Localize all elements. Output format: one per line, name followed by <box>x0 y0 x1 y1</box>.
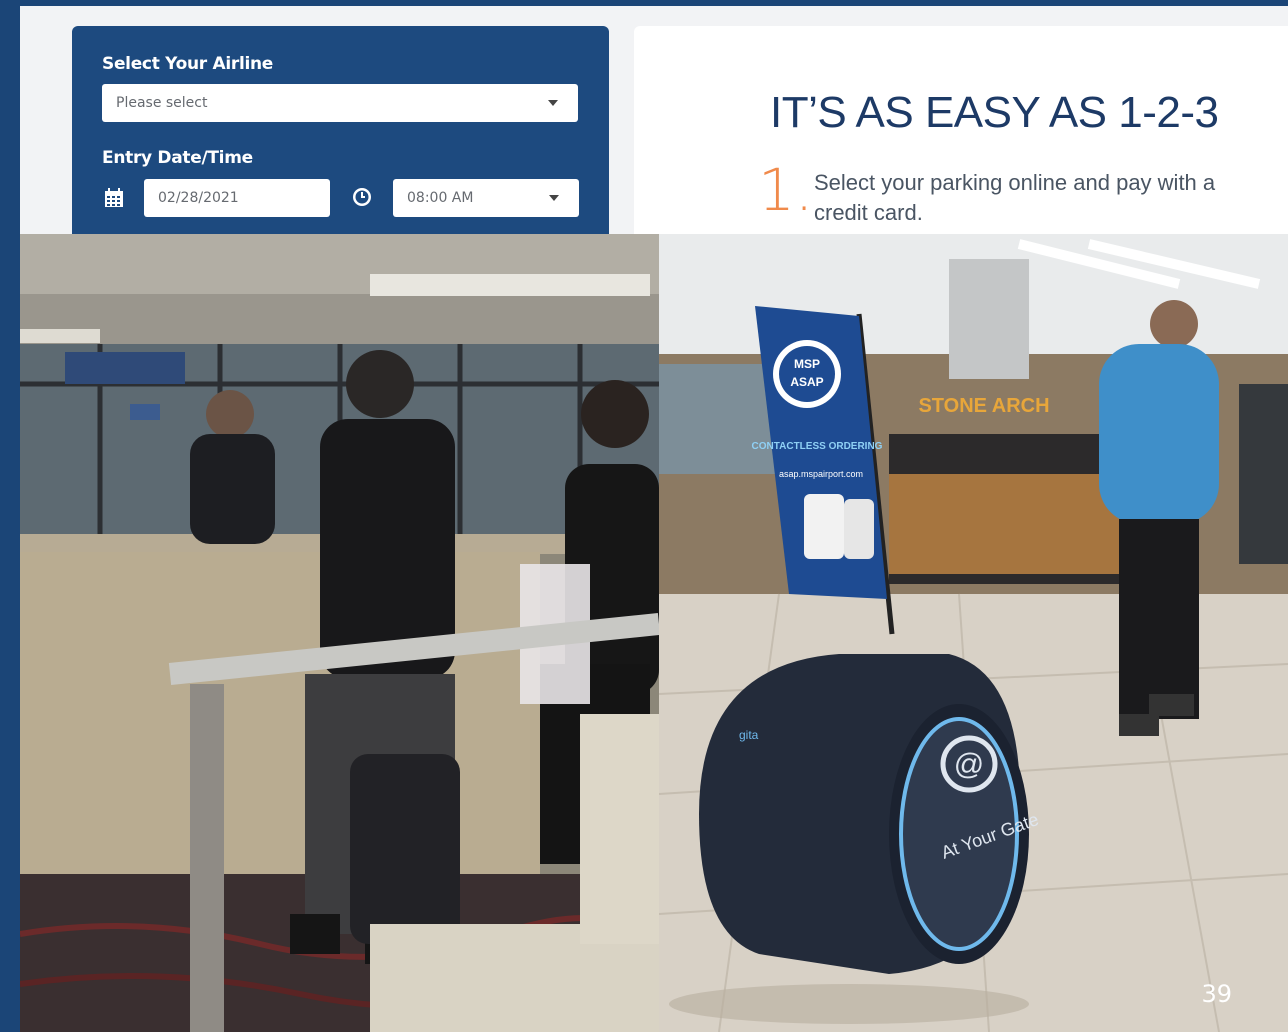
delivery-robot-photo: MSP ASAP CONTACTLESS ORDERING asap.mspai… <box>659 234 1288 1032</box>
calendar-icon <box>105 188 123 207</box>
svg-text:@: @ <box>954 748 984 781</box>
robot-maker-text: gita <box>739 728 759 742</box>
step-number: 1. <box>758 156 814 224</box>
steps-panel: IT’S AS EASY AS 1-2-3 1. Select your par… <box>634 26 1288 234</box>
clock-icon <box>353 188 371 206</box>
airline-label: Select Your Airline <box>102 54 274 74</box>
page-number: 39 <box>1201 980 1232 1008</box>
flag-contactless-text: CONTACTLESS ORDERING <box>752 441 883 452</box>
entry-date-value: 02/28/2021 <box>158 190 239 206</box>
flag-msp-text: MSP <box>794 357 820 371</box>
flag-url-text: asap.mspairport.com <box>779 469 863 479</box>
store-sign-text: STONE ARCH <box>918 395 1049 417</box>
entry-time-value: 08:00 AM <box>407 190 474 206</box>
airline-select[interactable]: Please select <box>102 84 578 122</box>
entry-datetime-label: Entry Date/Time <box>102 148 253 168</box>
step-description: Select your parking online and pay with … <box>814 170 1216 225</box>
airline-select-placeholder: Please select <box>116 95 208 111</box>
flag-asap-text: ASAP <box>790 375 823 389</box>
entry-time-select[interactable]: 08:00 AM <box>393 179 579 217</box>
parking-form-panel: Select Your Airline Please select Entry … <box>72 26 609 234</box>
parking-website-screenshot: Select Your Airline Please select Entry … <box>20 6 1288 234</box>
chevron-down-icon <box>549 195 559 201</box>
steps-title: IT’S AS EASY AS 1-2-3 <box>770 88 1219 137</box>
entry-date-input[interactable]: 02/28/2021 <box>144 179 330 217</box>
chevron-down-icon <box>548 100 558 106</box>
customs-checkpoint-photo <box>20 234 659 1032</box>
